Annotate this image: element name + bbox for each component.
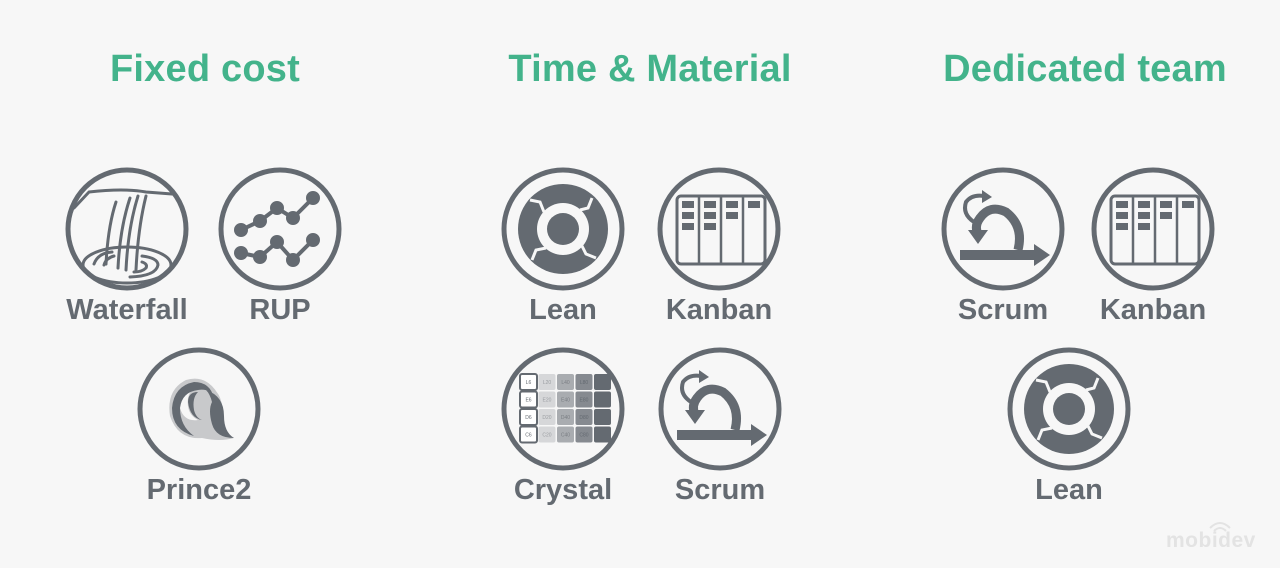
method-crystal: L6 L20 L40 L80 E6 E20 E40 E80 D6 D20 D40 D80 C6 C20 C4… <box>498 346 628 507</box>
method-kanban: Kanban <box>1088 166 1218 327</box>
method-waterfall: Waterfall <box>62 166 192 327</box>
crystal-cell-label: E80 <box>580 398 589 404</box>
crystal-cell-label: C80 <box>579 433 588 439</box>
method-label: Scrum <box>957 294 1049 326</box>
crystal-cell-label: C20 <box>542 433 551 439</box>
method-label: RUP <box>249 294 311 326</box>
lean-cycle-icon <box>501 167 625 291</box>
crystal-cell-label: D40 <box>561 415 570 421</box>
crystal-cell-label: C6 <box>525 433 532 439</box>
method-scrum: Scrum <box>938 166 1068 327</box>
method-label: Prince2 <box>146 474 252 506</box>
method-rup: RUP <box>215 166 345 327</box>
column-title-dedicated-team: Dedicated team <box>943 48 1227 90</box>
column-title-time-material: Time & Material <box>508 48 792 90</box>
crystal-cell-label: D6 <box>525 415 532 421</box>
scrum-loop-icon <box>941 167 1065 291</box>
kanban-board-icon <box>657 167 781 291</box>
crystal-cell-label: L20 <box>543 380 552 386</box>
method-label: Lean <box>529 294 597 326</box>
crystal-cell-label: L6 <box>526 380 532 386</box>
method-label: Waterfall <box>66 294 188 326</box>
crystal-cell <box>594 391 611 408</box>
watermark-text: mobidev <box>1166 529 1256 552</box>
crystal-cell-label: D80 <box>579 415 588 421</box>
crystal-cell-label: C40 <box>561 433 570 439</box>
crystal-cell-label: E6 <box>525 398 531 404</box>
method-label: Lean <box>1035 474 1103 506</box>
kanban-board-icon <box>1091 167 1215 291</box>
method-kanban: Kanban <box>654 166 784 327</box>
method-label: Kanban <box>665 294 773 326</box>
method-label: Scrum <box>674 474 766 506</box>
prince2-icon <box>137 347 261 471</box>
method-prince2: Prince2 <box>134 346 264 507</box>
crystal-grid-icon: L6 L20 L40 L80 E6 E20 E40 E80 D6 D20 D40 D80 C6 C20 C4… <box>501 347 625 471</box>
method-lean: Lean <box>1004 346 1134 507</box>
crystal-cell-label: L80 <box>580 380 589 386</box>
crystal-cell-label: E40 <box>561 398 570 404</box>
method-label: Kanban <box>1099 294 1207 326</box>
mobidev-watermark: mobidev <box>1166 520 1266 552</box>
crystal-cell-label: D20 <box>542 415 551 421</box>
lean-cycle-icon <box>1007 347 1131 471</box>
method-lean: Lean <box>498 166 628 327</box>
crystal-cell-label: L40 <box>561 380 570 386</box>
column-title-fixed-cost: Fixed cost <box>110 48 300 90</box>
method-label: Crystal <box>513 474 613 506</box>
rup-chart-icon <box>218 167 342 291</box>
waterfall-icon <box>65 167 189 291</box>
crystal-cell <box>594 374 611 390</box>
crystal-cell-label: E20 <box>543 398 552 404</box>
crystal-cell <box>594 426 611 443</box>
method-scrum: Scrum <box>655 346 785 507</box>
crystal-cell <box>594 409 611 425</box>
scrum-loop-icon <box>658 347 782 471</box>
